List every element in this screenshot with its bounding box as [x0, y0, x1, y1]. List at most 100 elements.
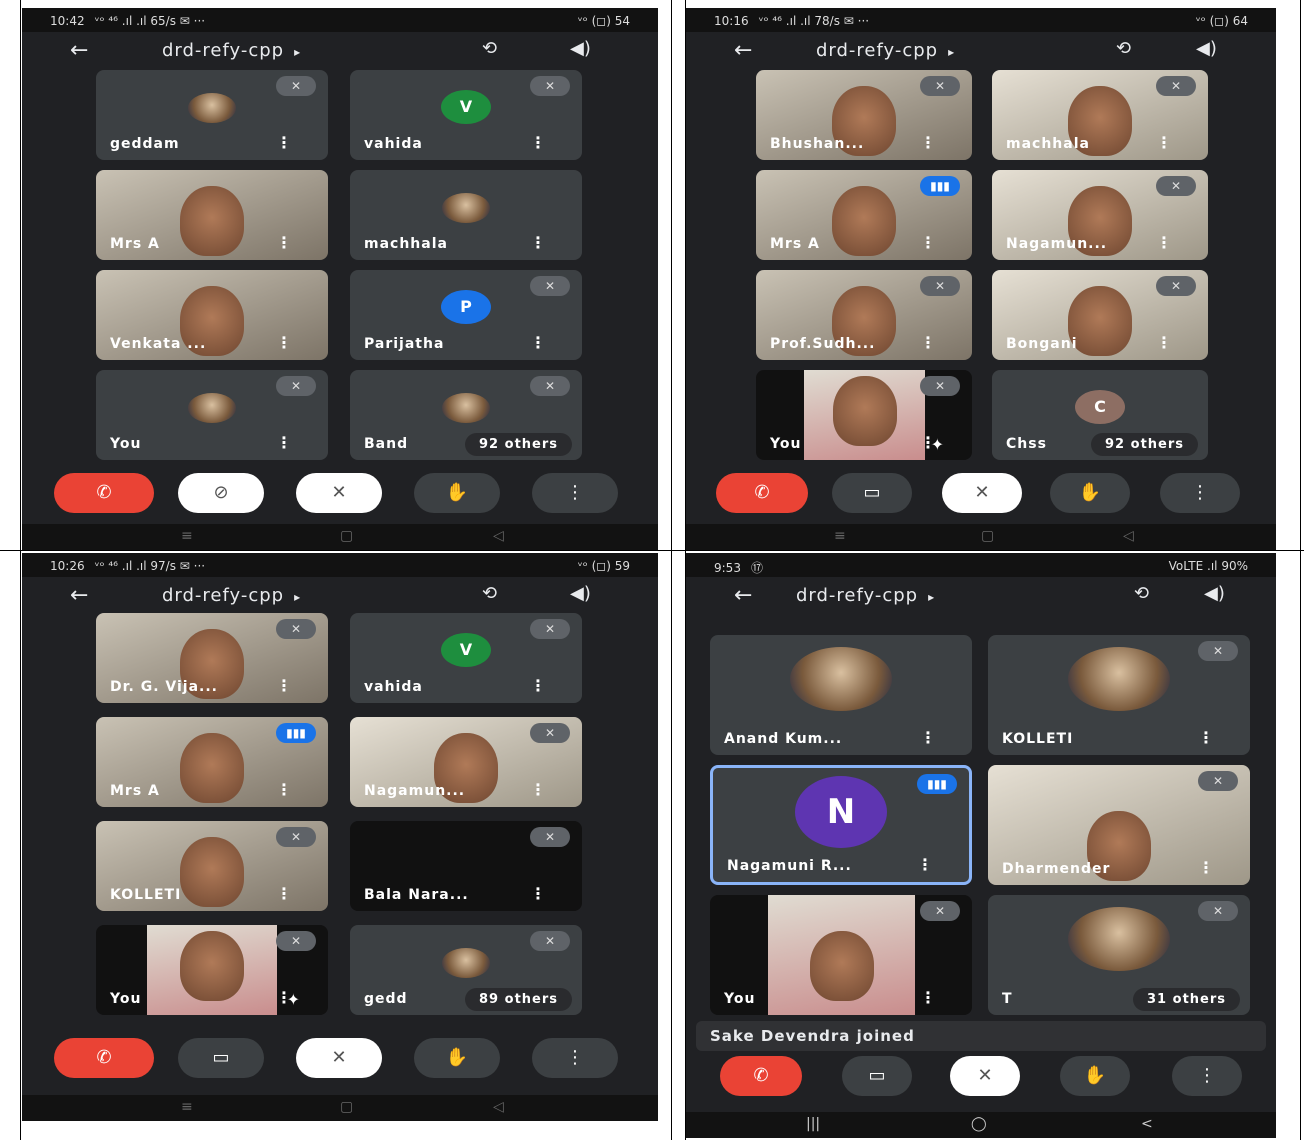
more-vert-icon[interactable]: ⋮ — [276, 676, 292, 695]
more-vert-icon[interactable]: ⋮ — [276, 884, 292, 903]
more-options-button[interactable]: ⋮ — [1160, 473, 1240, 513]
more-vert-icon[interactable]: ⋮ — [276, 333, 292, 352]
camera-button[interactable]: ▭ — [178, 1038, 264, 1078]
back-nav-button[interactable]: ◁ — [493, 1099, 504, 1115]
back-arrow-icon[interactable]: ← — [70, 583, 88, 608]
camera-flip-icon[interactable]: ⟲ — [482, 38, 497, 59]
more-vert-icon[interactable]: ⋮ — [276, 988, 292, 1007]
home-nav-button[interactable]: ▢ — [340, 1099, 353, 1115]
others-count-chip[interactable]: 92 others — [1091, 433, 1198, 456]
back-nav-button[interactable]: < — [1141, 1116, 1153, 1132]
more-vert-icon[interactable]: ⋮ — [920, 233, 936, 252]
meeting-title[interactable]: drd-refy-cpp ▸ — [162, 585, 301, 606]
camera-button[interactable]: ⊘ — [178, 473, 264, 513]
participant-tile[interactable]: ✕ geddam ⋮ — [96, 70, 328, 160]
participant-tile[interactable]: ✦ ✕ You ⋮ — [756, 370, 972, 460]
more-options-button[interactable]: ⋮ — [532, 473, 618, 513]
camera-flip-icon[interactable]: ⟲ — [1134, 583, 1149, 604]
end-call-button[interactable]: ✆ — [54, 473, 154, 513]
camera-flip-icon[interactable]: ⟲ — [482, 583, 497, 604]
participant-tile[interactable]: ✕ You ⋮ — [96, 370, 328, 460]
end-call-button[interactable]: ✆ — [54, 1038, 154, 1078]
speaker-icon[interactable]: ◀) — [1196, 38, 1217, 59]
more-vert-icon[interactable]: ⋮ — [1198, 858, 1214, 877]
participant-tile[interactable]: ✕ KOLLETI ⋮ — [96, 821, 328, 911]
back-arrow-icon[interactable]: ← — [734, 38, 752, 63]
others-count-chip[interactable]: 92 others — [465, 433, 572, 456]
participant-tile[interactable]: ✕ Nagamun... ⋮ — [350, 717, 582, 807]
participant-tile[interactable]: ✕ Bhushan... ⋮ — [756, 70, 972, 160]
more-options-button[interactable]: ⋮ — [532, 1038, 618, 1078]
more-vert-icon[interactable]: ⋮ — [920, 133, 936, 152]
more-options-button[interactable]: ⋮ — [1172, 1056, 1242, 1096]
participant-tile[interactable]: ✕ Bala Nara... ⋮ — [350, 821, 582, 911]
end-call-button[interactable]: ✆ — [716, 473, 808, 513]
participant-tile[interactable]: ✦ ✕ You ⋮ — [96, 925, 328, 1015]
more-vert-icon[interactable]: ⋮ — [920, 333, 936, 352]
more-vert-icon[interactable]: ⋮ — [1198, 728, 1214, 747]
participant-tile[interactable]: ▮▮▮ Mrs A ⋮ — [756, 170, 972, 260]
camera-button[interactable]: ▭ — [832, 473, 912, 513]
participant-tile[interactable]: ✕ Prof.Sudh... ⋮ — [756, 270, 972, 360]
back-nav-button[interactable]: ◁ — [1123, 528, 1134, 544]
home-nav-button[interactable]: ◯ — [971, 1116, 987, 1132]
more-vert-icon[interactable]: ⋮ — [276, 233, 292, 252]
participant-tile[interactable]: ✕ Dharmender ⋮ — [988, 765, 1250, 885]
participant-tile[interactable]: C Chss 92 others — [992, 370, 1208, 460]
participant-tile[interactable]: Anand Kum... ⋮ — [710, 635, 972, 755]
back-arrow-icon[interactable]: ← — [734, 583, 752, 608]
more-vert-icon[interactable]: ⋮ — [1156, 133, 1172, 152]
more-vert-icon[interactable]: ⋮ — [530, 780, 546, 799]
back-nav-button[interactable]: ◁ — [493, 528, 504, 544]
raise-hand-button[interactable]: ✋ — [414, 1038, 500, 1078]
raise-hand-button[interactable]: ✋ — [1050, 473, 1130, 513]
more-vert-icon[interactable]: ⋮ — [276, 780, 292, 799]
more-vert-icon[interactable]: ⋮ — [530, 233, 546, 252]
participant-tile[interactable]: ✕ Nagamun... ⋮ — [992, 170, 1208, 260]
participant-tile[interactable]: ✕ gedd 89 others — [350, 925, 582, 1015]
participant-tile[interactable]: ✕ You ⋮ — [710, 895, 972, 1015]
more-vert-icon[interactable]: ⋮ — [920, 433, 936, 452]
participant-tile[interactable]: Venkata ... ⋮ — [96, 270, 328, 360]
participant-tile[interactable]: Mrs A ⋮ — [96, 170, 328, 260]
participant-tile[interactable]: ✕ KOLLETI ⋮ — [988, 635, 1250, 755]
more-vert-icon[interactable]: ⋮ — [530, 884, 546, 903]
menu-nav-button[interactable]: ≡ — [181, 528, 193, 544]
speaker-icon[interactable]: ◀) — [570, 38, 591, 59]
more-vert-icon[interactable]: ⋮ — [1156, 333, 1172, 352]
home-nav-button[interactable]: ▢ — [981, 528, 994, 544]
mic-button[interactable]: ✕ — [296, 1038, 382, 1078]
menu-nav-button[interactable]: ≡ — [181, 1099, 193, 1115]
meeting-title[interactable]: drd-refy-cpp ▸ — [816, 40, 955, 61]
speaker-icon[interactable]: ◀) — [570, 583, 591, 604]
participant-tile[interactable]: ✕ Band 92 others — [350, 370, 582, 460]
meeting-title[interactable]: drd-refy-cpp ▸ — [162, 40, 301, 61]
more-vert-icon[interactable]: ⋮ — [530, 333, 546, 352]
mic-button[interactable]: ✕ — [942, 473, 1022, 513]
more-vert-icon[interactable]: ⋮ — [920, 988, 936, 1007]
more-vert-icon[interactable]: ⋮ — [530, 133, 546, 152]
more-vert-icon[interactable]: ⋮ — [920, 728, 936, 747]
more-vert-icon[interactable]: ⋮ — [276, 133, 292, 152]
participant-tile[interactable]: N ▮▮▮ Nagamuni R... ⋮ — [710, 765, 972, 885]
end-call-button[interactable]: ✆ — [720, 1056, 802, 1096]
meeting-title[interactable]: drd-refy-cpp ▸ — [796, 585, 935, 606]
menu-nav-button[interactable]: ≡ — [834, 528, 846, 544]
home-nav-button[interactable]: ▢ — [340, 528, 353, 544]
participant-tile[interactable]: P ✕ Parijatha ⋮ — [350, 270, 582, 360]
participant-tile[interactable]: ✕ machhala ⋮ — [992, 70, 1208, 160]
participant-tile[interactable]: V ✕ vahida ⋮ — [350, 70, 582, 160]
camera-flip-icon[interactable]: ⟲ — [1116, 38, 1131, 59]
participant-tile[interactable]: ✕ T 31 others — [988, 895, 1250, 1015]
back-arrow-icon[interactable]: ← — [70, 38, 88, 63]
more-vert-icon[interactable]: ⋮ — [276, 433, 292, 452]
recents-nav-button[interactable]: ||| — [806, 1116, 820, 1132]
participant-tile[interactable]: ✕ Bongani ⋮ — [992, 270, 1208, 360]
participant-tile[interactable]: ▮▮▮ Mrs A ⋮ — [96, 717, 328, 807]
participant-tile[interactable]: machhala ⋮ — [350, 170, 582, 260]
raise-hand-button[interactable]: ✋ — [414, 473, 500, 513]
mic-button[interactable]: ✕ — [950, 1056, 1020, 1096]
speaker-icon[interactable]: ◀) — [1204, 583, 1225, 604]
mic-button[interactable]: ✕ — [296, 473, 382, 513]
others-count-chip[interactable]: 31 others — [1133, 988, 1240, 1011]
